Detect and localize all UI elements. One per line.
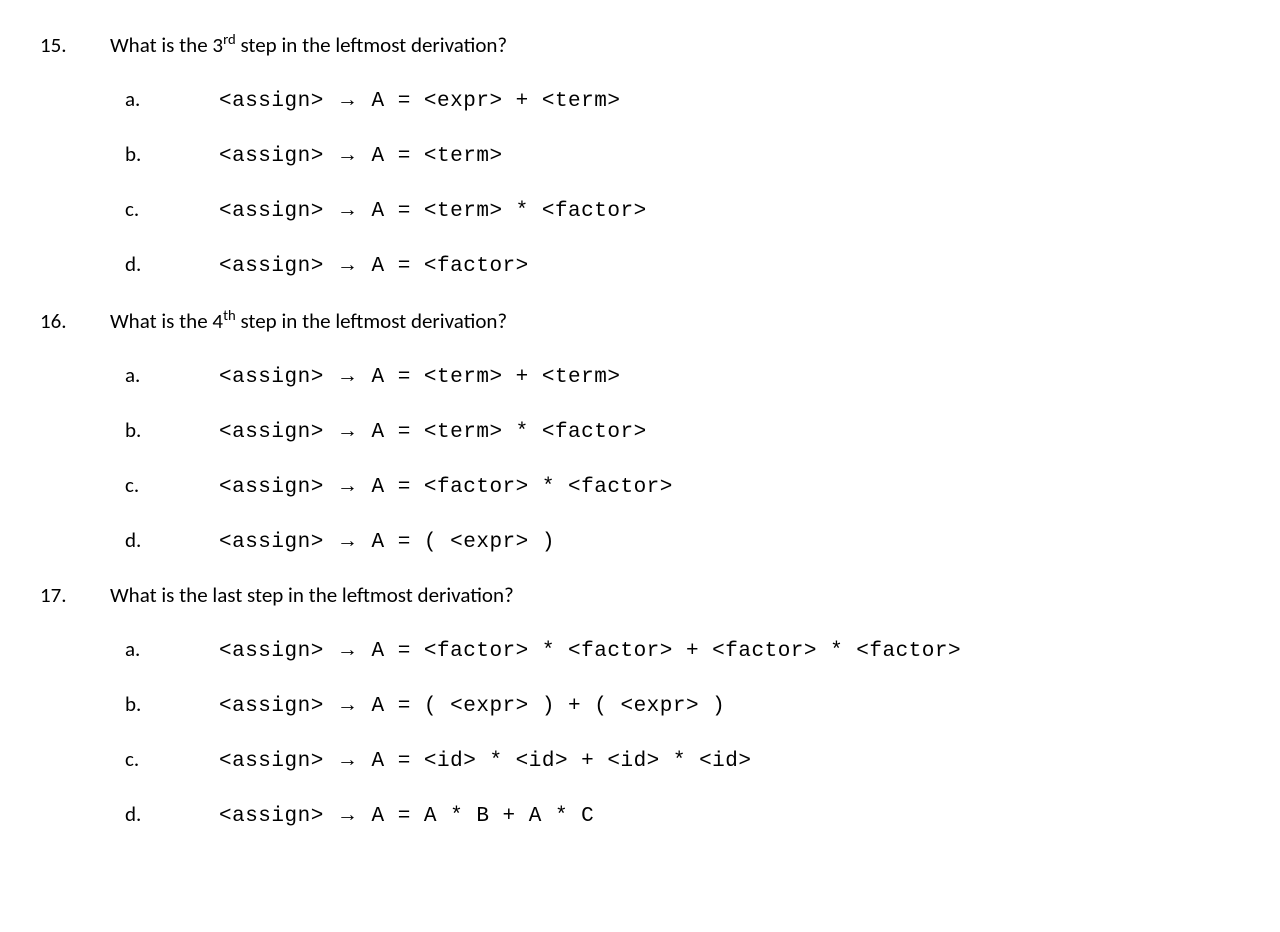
code-prefix: <assign> (219, 640, 337, 663)
option-letter: d. (125, 527, 219, 553)
code-prefix: <assign> (219, 200, 337, 223)
code-body: A = ( <expr> ) (358, 531, 555, 554)
option-code: <assign> → A = <term> * <factor> (219, 419, 647, 444)
option-code: <assign> → A = ( <expr> ) (219, 529, 555, 554)
question-block: 15.What is the 3rd step in the leftmost … (40, 30, 1240, 278)
arrow-icon: → (337, 253, 359, 276)
question-row: 15.What is the 3rd step in the leftmost … (40, 30, 1240, 58)
code-body: A = <expr> + <term> (358, 90, 620, 113)
option-code: <assign> → A = <term> * <factor> (219, 198, 647, 223)
code-prefix: <assign> (219, 421, 337, 444)
arrow-icon: → (337, 638, 359, 661)
arrow-icon: → (337, 364, 359, 387)
arrow-icon: → (337, 803, 359, 826)
option-code: <assign> → A = <expr> + <term> (219, 88, 620, 113)
option-letter: a. (125, 86, 219, 112)
option-code: <assign> → A = <id> * <id> + <id> * <id> (219, 748, 751, 773)
question-text-after: step in the leftmost derivation? (236, 32, 507, 58)
option-row: a.<assign> → A = <expr> + <term> (125, 86, 1240, 113)
option-letter: b. (125, 141, 219, 167)
question-row: 16.What is the 4th step in the leftmost … (40, 306, 1240, 334)
code-body: A = <term> (358, 145, 502, 168)
question-text: What is the 4th step in the leftmost der… (110, 306, 507, 334)
question-text: What is the last step in the leftmost de… (110, 582, 514, 608)
options-list: a.<assign> → A = <expr> + <term>b.<assig… (40, 86, 1240, 278)
option-code: <assign> → A = <factor> (219, 253, 529, 278)
option-letter: c. (125, 196, 219, 222)
question-block: 16.What is the 4th step in the leftmost … (40, 306, 1240, 554)
code-body: A = <term> * <factor> (358, 421, 646, 444)
code-body: A = <factor> (358, 255, 528, 278)
option-code: <assign> → A = ( <expr> ) + ( <expr> ) (219, 693, 725, 718)
code-body: A = <id> * <id> + <id> * <id> (358, 750, 751, 773)
option-code: <assign> → A = A * B + A * C (219, 803, 594, 828)
code-prefix: <assign> (219, 695, 337, 718)
option-row: b.<assign> → A = <term> (125, 141, 1240, 168)
arrow-icon: → (337, 88, 359, 111)
code-prefix: <assign> (219, 750, 337, 773)
code-body: A = A * B + A * C (358, 805, 594, 828)
code-prefix: <assign> (219, 145, 337, 168)
option-row: d.<assign> → A = A * B + A * C (125, 801, 1240, 828)
ordinal-sup: rd (223, 30, 236, 48)
code-prefix: <assign> (219, 805, 337, 828)
option-row: d.<assign> → A = ( <expr> ) (125, 527, 1240, 554)
option-row: c.<assign> → A = <term> * <factor> (125, 196, 1240, 223)
option-letter: b. (125, 417, 219, 443)
option-letter: d. (125, 251, 219, 277)
arrow-icon: → (337, 529, 359, 552)
question-text-before: What is the last step in the leftmost de… (110, 582, 514, 608)
ordinal-sup: th (223, 306, 236, 324)
code-body: A = <factor> * <factor> + <factor> * <fa… (358, 640, 961, 663)
option-letter: b. (125, 691, 219, 717)
question-number: 17. (40, 582, 110, 608)
options-list: a.<assign> → A = <factor> * <factor> + <… (40, 636, 1240, 828)
question-block: 17.What is the last step in the leftmost… (40, 582, 1240, 828)
code-body: A = <term> + <term> (358, 366, 620, 389)
arrow-icon: → (337, 474, 359, 497)
question-number: 16. (40, 308, 110, 334)
option-row: a.<assign> → A = <factor> * <factor> + <… (125, 636, 1240, 663)
option-row: b.<assign> → A = ( <expr> ) + ( <expr> ) (125, 691, 1240, 718)
option-row: c.<assign> → A = <factor> * <factor> (125, 472, 1240, 499)
question-text-before: What is the 4 (110, 308, 223, 334)
code-body: A = <term> * <factor> (358, 200, 646, 223)
code-prefix: <assign> (219, 476, 337, 499)
code-prefix: <assign> (219, 90, 337, 113)
code-prefix: <assign> (219, 531, 337, 554)
option-letter: a. (125, 362, 219, 388)
question-text-after: step in the leftmost derivation? (236, 308, 507, 334)
option-letter: c. (125, 472, 219, 498)
option-letter: d. (125, 801, 219, 827)
option-letter: a. (125, 636, 219, 662)
option-code: <assign> → A = <term> + <term> (219, 364, 620, 389)
options-list: a.<assign> → A = <term> + <term>b.<assig… (40, 362, 1240, 554)
code-prefix: <assign> (219, 255, 337, 278)
arrow-icon: → (337, 419, 359, 442)
option-row: d.<assign> → A = <factor> (125, 251, 1240, 278)
option-row: c.<assign> → A = <id> * <id> + <id> * <i… (125, 746, 1240, 773)
code-body: A = ( <expr> ) + ( <expr> ) (358, 695, 725, 718)
option-code: <assign> → A = <term> (219, 143, 503, 168)
arrow-icon: → (337, 693, 359, 716)
option-letter: c. (125, 746, 219, 772)
option-row: a.<assign> → A = <term> + <term> (125, 362, 1240, 389)
question-text-before: What is the 3 (110, 32, 223, 58)
question-row: 17.What is the last step in the leftmost… (40, 582, 1240, 608)
arrow-icon: → (337, 143, 359, 166)
question-number: 15. (40, 32, 110, 58)
code-body: A = <factor> * <factor> (358, 476, 672, 499)
option-row: b.<assign> → A = <term> * <factor> (125, 417, 1240, 444)
question-text: What is the 3rd step in the leftmost der… (110, 30, 507, 58)
arrow-icon: → (337, 748, 359, 771)
option-code: <assign> → A = <factor> * <factor> + <fa… (219, 638, 961, 663)
option-code: <assign> → A = <factor> * <factor> (219, 474, 673, 499)
arrow-icon: → (337, 198, 359, 221)
code-prefix: <assign> (219, 366, 337, 389)
